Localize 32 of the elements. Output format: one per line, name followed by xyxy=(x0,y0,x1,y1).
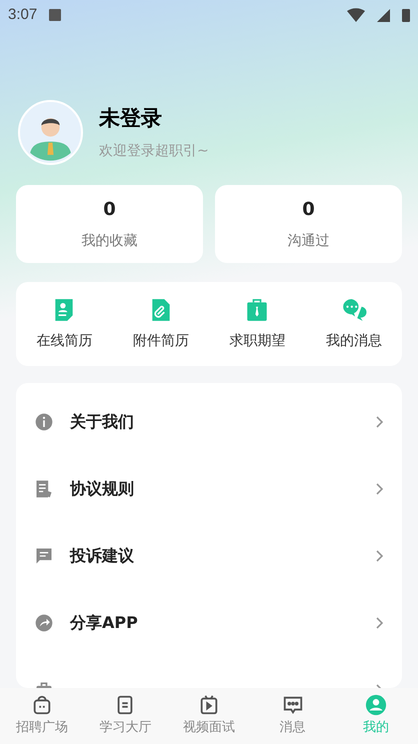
signal-icon xyxy=(377,8,390,22)
welcome-text: 欢迎登录超职引~ xyxy=(99,142,209,161)
document-icon xyxy=(34,478,54,498)
user-circle-icon xyxy=(365,694,388,716)
menu-item[interactable]: 协议规则 xyxy=(16,455,402,522)
shortcut-button[interactable]: 附件简历 xyxy=(112,296,209,352)
stat-card[interactable]: 0 沟通过 xyxy=(215,185,402,263)
menu-item[interactable]: 投诉建议 xyxy=(16,522,402,589)
stat-label: 沟通过 xyxy=(288,232,330,251)
battery-icon xyxy=(402,8,410,22)
stat-value: 0 xyxy=(302,198,315,222)
chevron-right-icon xyxy=(374,416,384,428)
shortcut-button[interactable]: 我的消息 xyxy=(306,296,402,352)
status-time: 3:07 xyxy=(8,4,38,25)
chevron-right-icon xyxy=(374,482,384,494)
stat-card[interactable]: 0 我的收藏 xyxy=(16,185,203,263)
chat-bubbles-icon xyxy=(340,296,367,322)
notification-icon xyxy=(49,9,62,21)
stat-label: 我的收藏 xyxy=(82,232,138,251)
menu-item[interactable]: 分享APP xyxy=(16,589,402,656)
menu-item[interactable]: 关于我们 xyxy=(16,388,402,455)
chat-icon xyxy=(282,694,304,716)
chevron-right-icon xyxy=(374,616,384,628)
avatar-drawing xyxy=(18,100,83,165)
wifi-icon xyxy=(347,8,365,22)
stat-value: 0 xyxy=(103,198,116,222)
chevron-right-icon xyxy=(374,550,384,562)
shortcut-button[interactable]: 求职期望 xyxy=(209,296,306,352)
shortcut-button[interactable]: 在线简历 xyxy=(16,296,112,352)
user-name[interactable]: 未登录 xyxy=(99,103,209,135)
share-icon xyxy=(34,612,54,632)
info-icon xyxy=(34,412,54,432)
